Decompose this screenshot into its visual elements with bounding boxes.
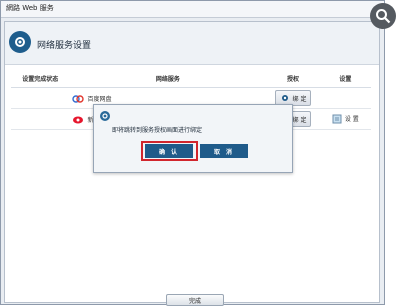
magnifier-icon[interactable] <box>370 3 396 29</box>
page-title: 网络服务设置 <box>37 41 92 51</box>
client-area: 网络服务设置 设置完成状态 网络服务 授权 设置 百度网盘 绑 定 绑 定 设 … <box>4 21 380 306</box>
done-button[interactable]: 完成 <box>166 294 224 306</box>
confirm-button[interactable]: 确 认 <box>145 144 193 158</box>
gear-icon <box>281 95 288 101</box>
bind-label: 绑 定 <box>292 95 307 103</box>
service-label: 百度网盘 <box>87 95 112 103</box>
bind-label: 绑 定 <box>292 116 307 124</box>
weibo-icon <box>72 113 84 125</box>
gear-icon <box>100 111 110 121</box>
settings-cell <box>319 87 371 109</box>
status-cell <box>11 87 70 109</box>
title-bar: 網路 Web 服务 <box>1 1 384 18</box>
dialog-message: 即将跳转到服务授权画面进行绑定 <box>112 127 203 134</box>
page-header: 网络服务设置 <box>5 22 379 65</box>
gear-icon <box>9 31 31 53</box>
settings-list-icon <box>332 114 342 123</box>
settings-button[interactable]: 设 置 <box>328 113 363 125</box>
baidu-cloud-icon <box>72 92 85 104</box>
status-cell <box>11 108 70 130</box>
column-header-service: 网络服务 <box>69 69 267 88</box>
settings-cell: 设 置 <box>319 108 371 130</box>
column-header-auth: 授权 <box>266 69 320 88</box>
column-header-settings: 设置 <box>319 69 371 88</box>
app-window: 網路 Web 服务 网络服务设置 设置完成状态 网络服务 授权 设置 百度网盘 … <box>0 0 385 306</box>
settings-label: 设 置 <box>344 116 359 123</box>
table-header: 设置完成状态 网络服务 授权 设置 <box>11 69 371 88</box>
cancel-button[interactable]: 取 消 <box>200 144 248 158</box>
service-name: 百度网盘 <box>70 92 265 104</box>
redirect-dialog: 即将跳转到服务授权画面进行绑定 确 认 取 消 <box>93 104 293 173</box>
window-title: 網路 Web 服务 <box>6 4 54 12</box>
confirm-highlight: 确 认 <box>141 141 198 161</box>
column-header-status: 设置完成状态 <box>11 69 70 88</box>
